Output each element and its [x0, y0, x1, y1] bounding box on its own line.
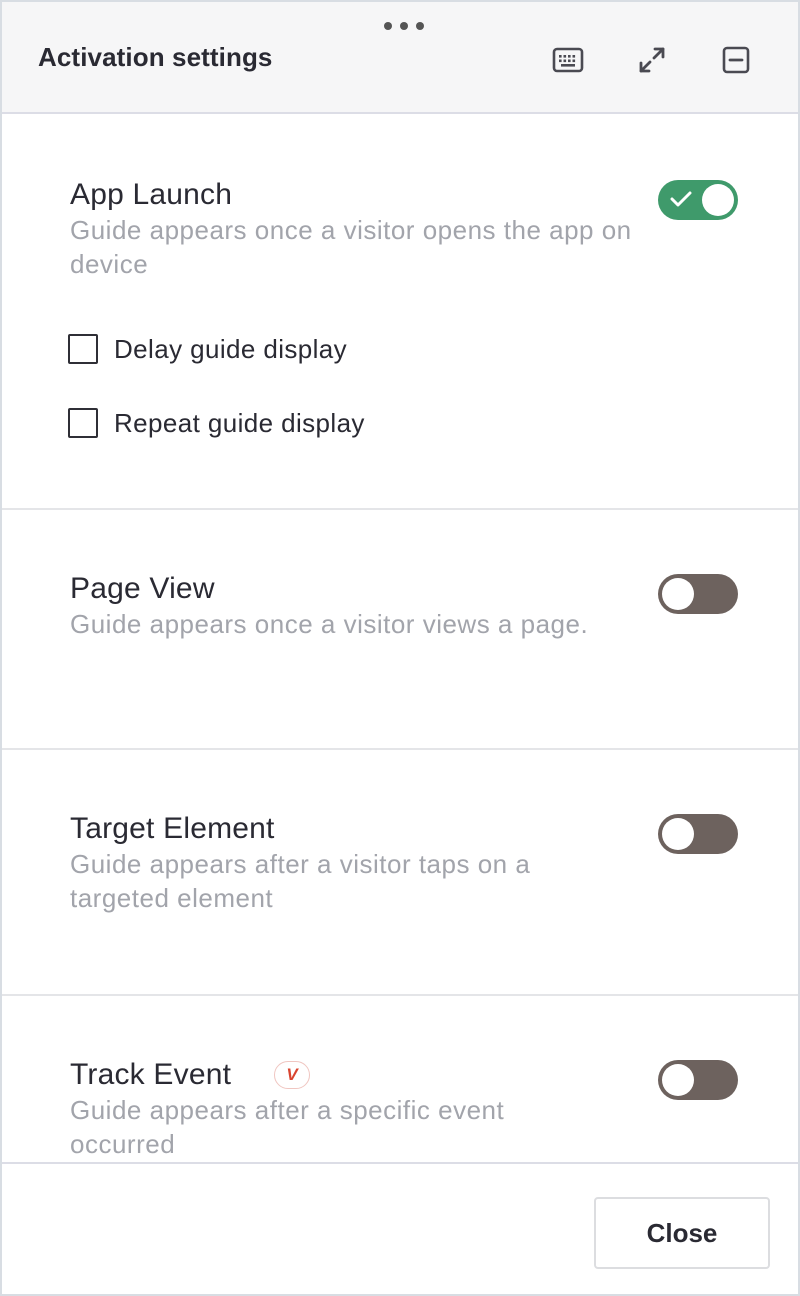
delay-guide-option[interactable]: Delay guide display	[68, 333, 347, 365]
target-element-toggle[interactable]	[658, 814, 738, 854]
toggle-knob	[702, 184, 734, 216]
section-description: Guide appears once a visitor views a pag…	[70, 609, 589, 639]
section-title: Target Element	[70, 812, 275, 845]
page-view-toggle[interactable]	[658, 574, 738, 614]
section-description: Guide appears once a visitor opens the a…	[70, 215, 632, 279]
expand-icon	[639, 47, 665, 73]
drag-dot	[400, 22, 408, 30]
toggle-knob	[662, 1064, 694, 1096]
track-event-toggle[interactable]	[658, 1060, 738, 1100]
panel-footer: Close	[2, 1162, 798, 1294]
activation-settings-panel: Activation settings App Launch Guide app…	[0, 0, 800, 1296]
drag-dot	[384, 22, 392, 30]
section-description: Guide appears after a visitor taps on a …	[70, 849, 531, 913]
section-app-launch	[2, 114, 798, 510]
delay-guide-label: Delay guide display	[114, 333, 348, 364]
section-title: Track Event	[70, 1058, 232, 1091]
repeat-guide-label: Repeat guide display	[114, 407, 365, 438]
minimize-button[interactable]	[714, 38, 758, 82]
panel-title: Activation settings	[38, 42, 273, 72]
panel-header: Activation settings	[2, 2, 798, 114]
section-description: Guide appears after a specific event occ…	[70, 1095, 505, 1159]
repeat-guide-option[interactable]: Repeat guide display	[68, 407, 365, 439]
close-button[interactable]: Close	[594, 1197, 770, 1269]
section-title: App Launch	[70, 178, 233, 211]
drag-dot	[416, 22, 424, 30]
section-title: Page View	[70, 572, 215, 605]
keyboard-button[interactable]	[546, 38, 590, 82]
checkmark-icon	[670, 191, 692, 207]
minimize-icon	[722, 46, 750, 74]
app-launch-toggle[interactable]	[658, 180, 738, 220]
keyboard-icon	[552, 47, 584, 73]
repeat-guide-checkbox[interactable]	[68, 408, 98, 438]
drag-handle[interactable]	[384, 21, 424, 31]
toggle-knob	[662, 578, 694, 610]
version-badge: V	[274, 1061, 310, 1089]
expand-button[interactable]	[630, 38, 674, 82]
delay-guide-checkbox[interactable]	[68, 334, 98, 364]
toggle-knob	[662, 818, 694, 850]
